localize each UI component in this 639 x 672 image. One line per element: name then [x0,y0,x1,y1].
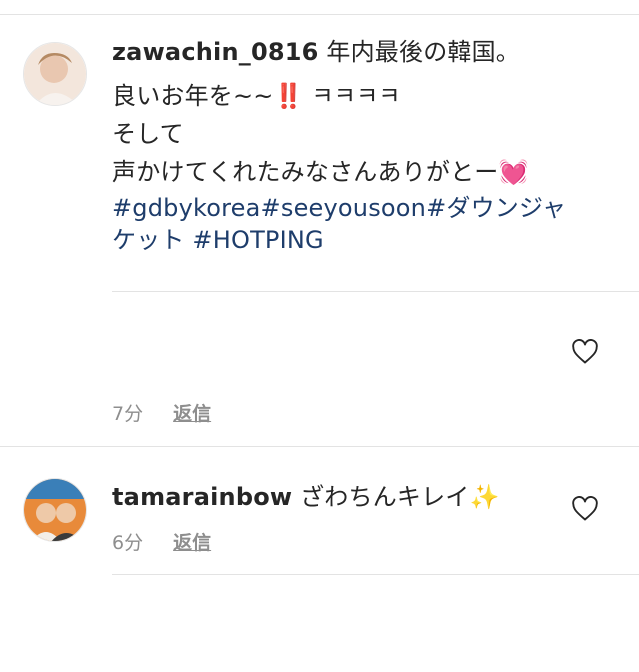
comment-text-line: 良いお年を~~‼️ ㅋㅋㅋㅋ [112,82,401,110]
comment-text-line: ざわちんキレイ✨ [292,483,500,511]
hashtag-link[interactable]: #gdbykorea#seeyousoon#ダウンジャ [112,192,612,224]
reply-button[interactable]: 返信 [173,403,211,425]
comment-body: tamarainbow ざわちんキレイ✨ [112,481,572,513]
avatar-image [24,43,86,105]
avatar[interactable] [23,42,87,106]
comment-time: 6分 [112,532,144,554]
section-divider [0,446,639,447]
reply-button[interactable]: 返信 [173,532,211,554]
comment-meta: 7分 返信 [112,399,211,426]
comment-text-line: そして [112,120,184,148]
avatar-image [24,479,86,541]
comment-text-line: 年内最後の韓国。 [318,38,520,66]
comment-body: zawachin_0816 年内最後の韓国。 良いお年を~~‼️ ㅋㅋㅋㅋ そし… [112,36,612,256]
hashtag-link[interactable]: ケット #HOTPING [112,224,612,256]
comment-username[interactable]: zawachin_0816 [112,38,319,66]
like-heart-icon[interactable] [571,339,599,365]
comment-meta: 6分 返信 [112,528,211,555]
like-heart-icon[interactable] [571,496,599,522]
comment-username[interactable]: tamarainbow [112,483,292,511]
top-divider [0,14,639,15]
comment-text-line: 声かけてくれたみなさんありがとー💓 [112,158,529,186]
comment-time: 7分 [112,403,144,425]
avatar[interactable] [23,478,87,542]
comment-divider [112,291,639,292]
comment-divider [112,574,639,575]
